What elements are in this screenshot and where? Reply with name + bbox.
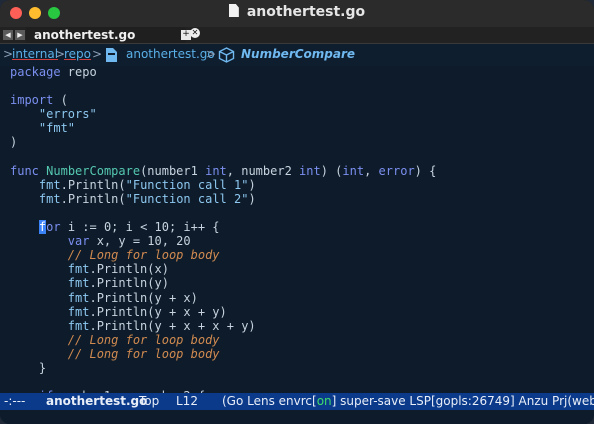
code-line[interactable]: ​ [10,206,590,220]
echo-area [0,410,594,424]
breadcrumb-symbol[interactable]: NumberCompare [241,47,355,61]
code-line[interactable]: package repo [10,65,590,79]
modeline-envrc-status: on [316,394,332,408]
code-line[interactable]: fmt.Println(x) [10,262,590,276]
tab-label: anothertest.go [34,28,136,42]
code-line[interactable]: fmt.Println(y + x) [10,291,590,305]
modeline-line: L12 [176,394,198,408]
breadcrumb-internal[interactable]: internal [12,47,58,61]
code-line[interactable]: "fmt" [10,121,590,135]
code-line[interactable]: // Long for loop body [10,248,590,262]
code-line[interactable]: // Long for loop body [10,347,590,361]
editor-window: anothertest.go ◀ ▶ anothertest.go ✕ + > … [0,0,594,424]
code-line[interactable]: fmt.Println(y + x + x + y) [10,319,590,333]
code-editor[interactable]: package repo​import ( "errors" "fmt")​fu… [10,65,590,403]
go-file-icon [106,47,117,65]
modeline-modes: (Go Lens envrc[on] super-save LSP[gopls:… [222,394,594,408]
breadcrumb: > internal > repo > anothertest.go > Num… [0,44,594,66]
modeline-state: -:--- [4,394,26,408]
tab-prev-icon[interactable]: ◀ [3,30,13,40]
window-title: anothertest.go [0,4,594,20]
code-line[interactable]: fmt.Println("Function call 1") [10,178,590,192]
document-icon [228,4,239,17]
code-line[interactable]: import ( [10,93,590,107]
window-title-text: anothertest.go [246,4,366,20]
tab-next-icon[interactable]: ▶ [15,30,25,40]
tab-anothertest[interactable]: anothertest.go ✕ [26,27,200,43]
tab-close-icon[interactable]: ✕ [190,28,200,38]
code-line[interactable]: // Long for loop body [10,333,590,347]
tab-bar: ◀ ▶ anothertest.go ✕ + [0,27,594,44]
code-line[interactable]: ) [10,135,590,149]
code-line[interactable]: fmt.Println(y) [10,276,590,290]
new-tab-icon[interactable]: + [181,30,191,40]
code-line[interactable]: ​ [10,79,590,93]
code-line[interactable]: } [10,361,590,375]
code-line[interactable]: func NumberCompare(number1 int, number2 … [10,164,590,178]
breadcrumb-repo[interactable]: repo [64,47,91,61]
code-line[interactable]: for i := 0; i < 10; i++ { [10,220,590,235]
mode-line: -:--- anothertest.go Top L12 (Go Lens en… [0,393,594,410]
code-line[interactable]: var x, y = 10, 20 [10,234,590,248]
title-bar: anothertest.go [0,0,594,27]
modeline-buffer: anothertest.go [46,394,148,408]
modeline-position: Top [139,394,160,408]
code-line[interactable]: ​ [10,150,590,164]
symbol-cube-icon [218,47,235,66]
code-line[interactable]: ​ [10,375,590,389]
code-line[interactable]: fmt.Println("Function call 2") [10,192,590,206]
modeline-modes-prefix: (Go Lens envrc[ [222,394,317,408]
breadcrumb-file[interactable]: anothertest.go [126,47,215,61]
breadcrumb-separator: > [92,47,103,61]
code-line[interactable]: "errors" [10,107,590,121]
code-line[interactable]: fmt.Println(y + x + y) [10,305,590,319]
modeline-modes-suffix: ] super-save LSP[gopls:26749] Anzu Prj(w… [331,394,594,408]
breadcrumb-separator: > [206,47,217,61]
